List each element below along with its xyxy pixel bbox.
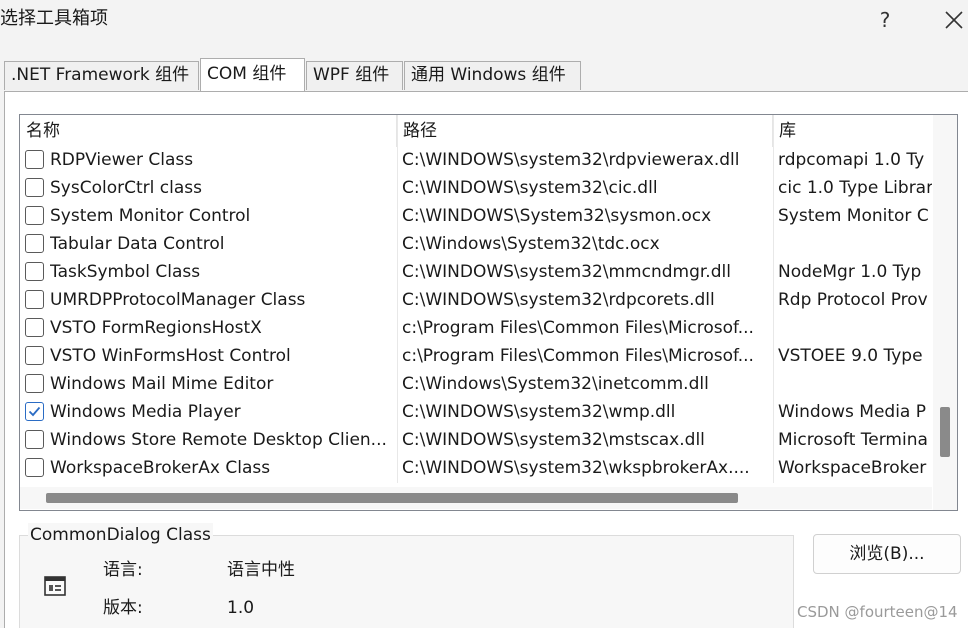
- row-name: Tabular Data Control: [50, 234, 225, 254]
- row-name: Windows Store Remote Desktop Clien...: [50, 430, 387, 450]
- row-library: WorkspaceBroker: [778, 458, 927, 478]
- row-name: Windows Mail Mime Editor: [50, 374, 274, 394]
- row-library: Windows Media P: [778, 402, 927, 422]
- row-name: VSTO FormRegionsHostX: [50, 318, 262, 338]
- row-library: rdpcomapi 1.0 Ty: [778, 150, 925, 170]
- row-checkbox[interactable]: [25, 262, 44, 281]
- row-library: Microsoft Termina: [778, 430, 928, 450]
- row-path: c:\Program Files\Common Files\Microsof..…: [402, 346, 754, 366]
- component-list[interactable]: 名称 路径 库 RDPViewer Class C:\WINDOWS\system…: [19, 114, 958, 511]
- language-label: 语言:: [103, 560, 143, 580]
- row-path: C:\WINDOWS\system32\rdpviewerax.dll: [402, 150, 740, 170]
- row-name: UMRDPProtocolManager Class: [50, 290, 306, 310]
- row-checkbox[interactable]: [25, 458, 44, 477]
- row-path: C:\WINDOWS\system32\wkspbrokerAx....: [402, 458, 750, 478]
- table-row[interactable]: WorkspaceBrokerAx Class C:\WINDOWS\system…: [20, 454, 932, 482]
- table-row[interactable]: Windows Media Player C:\WINDOWS\system32\…: [20, 398, 932, 426]
- table-row[interactable]: UMRDPProtocolManager Class C:\WINDOWS\sys…: [20, 286, 932, 314]
- window-title: 选择工具箱项: [0, 8, 108, 29]
- row-checkbox[interactable]: [25, 150, 44, 169]
- tab-universal-windows[interactable]: 通用 Windows 组件: [404, 61, 581, 90]
- table-row[interactable]: VSTO FormRegionsHostX c:\Program Files\Co…: [20, 314, 932, 342]
- row-checkbox[interactable]: [25, 178, 44, 197]
- column-header-name[interactable]: 名称: [20, 115, 397, 147]
- checkmark-icon: [28, 406, 41, 417]
- table-row[interactable]: RDPViewer Class C:\WINDOWS\system32\rdpvi…: [20, 146, 932, 174]
- vertical-scroll-thumb[interactable]: [940, 407, 950, 457]
- title-bar: 选择工具箱项 ?: [0, 0, 968, 42]
- list-rows: RDPViewer Class C:\WINDOWS\system32\rdpvi…: [20, 146, 932, 482]
- row-checkbox[interactable]: [25, 402, 44, 421]
- row-path: c:\Program Files\Common Files\Microsof..…: [402, 318, 754, 338]
- row-path: C:\Windows\System32\inetcomm.dll: [402, 374, 709, 394]
- row-name: SysColorCtrl class: [50, 178, 202, 198]
- tab-strip: .NET Framework 组件 COM 组件 WPF 组件 通用 Windo…: [0, 58, 968, 92]
- row-library: NodeMgr 1.0 Typ: [778, 262, 922, 282]
- watermark: CSDN @fourteen@14: [797, 603, 958, 621]
- close-button[interactable]: [940, 6, 968, 34]
- row-checkbox[interactable]: [25, 234, 44, 253]
- row-library: [778, 314, 932, 342]
- column-header-path[interactable]: 路径: [397, 115, 773, 147]
- row-checkbox[interactable]: [25, 374, 44, 393]
- row-path: C:\WINDOWS\System32\sysmon.ocx: [402, 206, 712, 226]
- tab-dotnet-framework[interactable]: .NET Framework 组件: [4, 61, 199, 90]
- table-row[interactable]: VSTO WinFormsHost Control c:\Program File…: [20, 342, 932, 370]
- row-name: WorkspaceBrokerAx Class: [50, 458, 271, 478]
- details-group-title: CommonDialog Class: [28, 523, 213, 547]
- language-value: 语言中性: [227, 560, 295, 580]
- column-header-library[interactable]: 库: [773, 115, 932, 147]
- row-name: System Monitor Control: [50, 206, 251, 226]
- row-library: VSTOEE 9.0 Type: [778, 346, 923, 366]
- horizontal-scrollbar[interactable]: [20, 487, 932, 509]
- row-library: System Monitor C: [778, 206, 929, 226]
- row-checkbox[interactable]: [25, 318, 44, 337]
- row-name: RDPViewer Class: [50, 150, 194, 170]
- component-icon: [44, 576, 66, 596]
- row-library: [778, 230, 932, 258]
- row-name: TaskSymbol Class: [50, 262, 201, 282]
- tab-wpf[interactable]: WPF 组件: [306, 61, 403, 90]
- row-path: C:\WINDOWS\system32\mmcndmgr.dll: [402, 262, 731, 282]
- list-header: 名称 路径 库: [20, 115, 932, 147]
- browse-button[interactable]: 浏览(B)...: [813, 534, 961, 574]
- row-library: Rdp Protocol Prov: [778, 290, 928, 310]
- row-checkbox[interactable]: [25, 346, 44, 365]
- close-icon: [945, 11, 963, 29]
- version-label: 版本:: [103, 598, 143, 618]
- table-row[interactable]: Windows Mail Mime Editor C:\Windows\Syste…: [20, 370, 932, 398]
- table-row[interactable]: System Monitor Control C:\WINDOWS\System3…: [20, 202, 932, 230]
- table-row[interactable]: TaskSymbol Class C:\WINDOWS\system32\mmcn…: [20, 258, 932, 286]
- row-checkbox[interactable]: [25, 430, 44, 449]
- row-name: Windows Media Player: [50, 402, 241, 422]
- table-row[interactable]: Windows Store Remote Desktop Clien... C:\…: [20, 426, 932, 454]
- table-row[interactable]: SysColorCtrl class C:\WINDOWS\system32\ci…: [20, 174, 932, 202]
- tab-com[interactable]: COM 组件: [200, 58, 305, 91]
- vertical-scrollbar[interactable]: [933, 115, 957, 510]
- row-library: [778, 370, 932, 398]
- row-checkbox[interactable]: [25, 290, 44, 309]
- row-path: C:\WINDOWS\system32\mstscax.dll: [402, 430, 705, 450]
- row-path: C:\Windows\System32\tdc.ocx: [402, 234, 660, 254]
- row-name: VSTO WinFormsHost Control: [50, 346, 291, 366]
- help-button[interactable]: ?: [872, 6, 898, 34]
- horizontal-scroll-thumb[interactable]: [46, 493, 738, 503]
- row-path: C:\WINDOWS\system32\cic.dll: [402, 178, 658, 198]
- version-value: 1.0: [227, 598, 255, 618]
- row-path: C:\WINDOWS\system32\rdpcorets.dll: [402, 290, 715, 310]
- row-path: C:\WINDOWS\system32\wmp.dll: [402, 402, 676, 422]
- row-checkbox[interactable]: [25, 206, 44, 225]
- table-row[interactable]: Tabular Data Control C:\Windows\System32\…: [20, 230, 932, 258]
- row-library: cic 1.0 Type Librar: [778, 178, 932, 198]
